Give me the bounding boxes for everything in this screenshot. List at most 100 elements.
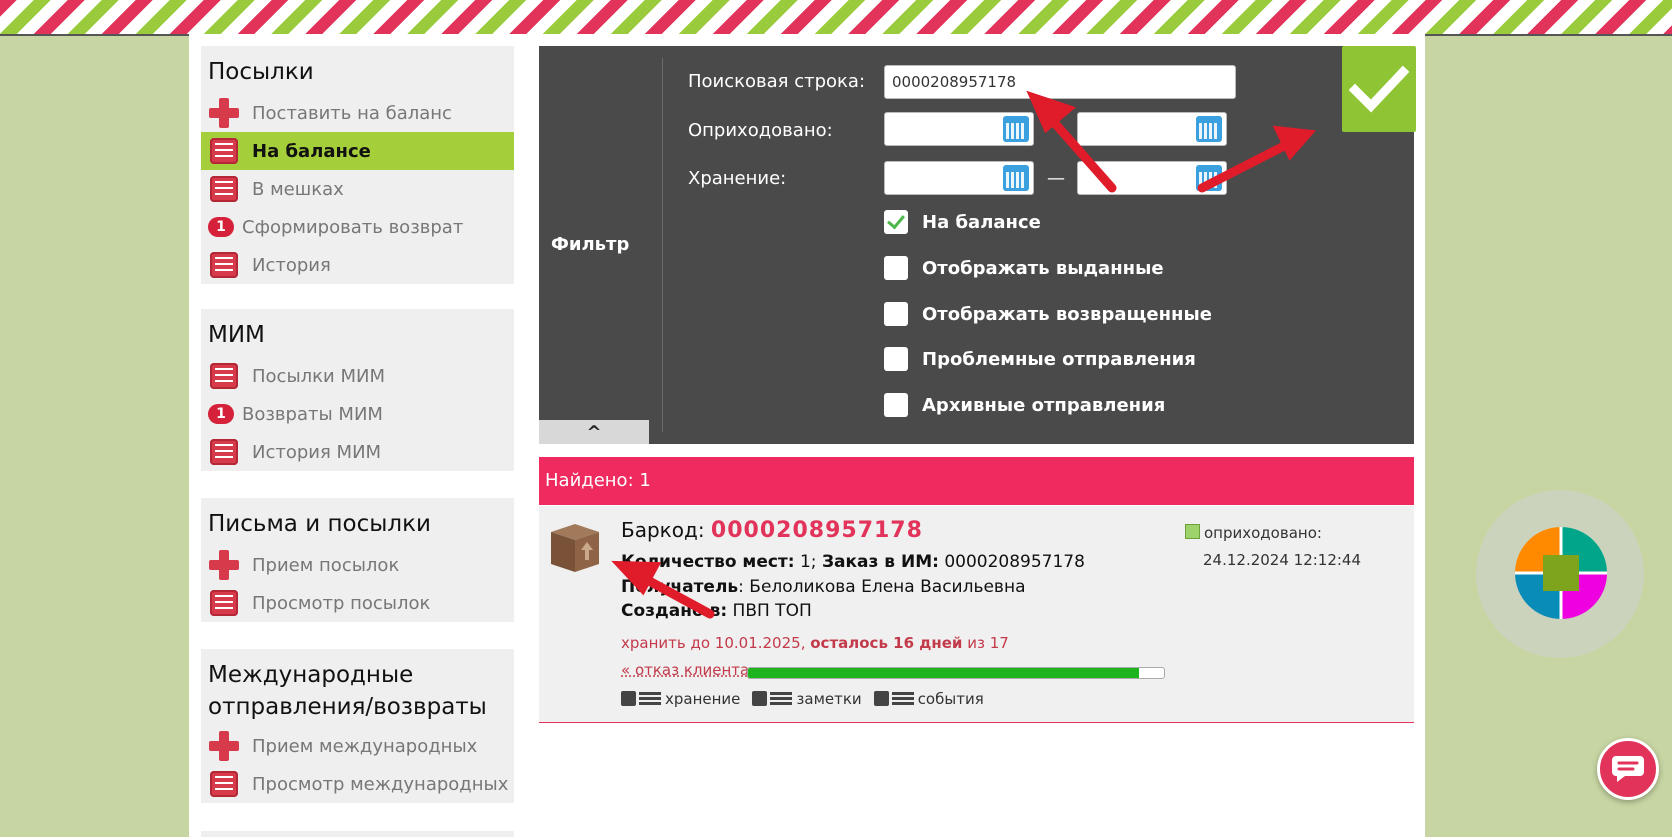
- checkbox-on-balance[interactable]: На балансе: [884, 210, 1041, 234]
- places-order-line: Количество мест: 1; Заказ в ИМ: 00002089…: [621, 552, 1085, 572]
- sidebar-item-receive-international[interactable]: Прием международных: [201, 727, 514, 765]
- calendar-icon[interactable]: [1196, 165, 1222, 191]
- calendar-icon[interactable]: [1003, 116, 1029, 142]
- sidebar-item-mim-returns[interactable]: 1 Возвраты МИМ: [201, 395, 514, 433]
- calendar-icon[interactable]: [1196, 116, 1222, 142]
- created-line: Создано в: ПВП ТОП: [621, 601, 812, 621]
- checkbox[interactable]: [884, 347, 908, 371]
- sidebar-section-mim: МИМ Посылки МИМ 1 Возвраты МИМ История М…: [201, 309, 514, 471]
- list-icon: [208, 175, 240, 203]
- result-tabs: хранение заметки события: [621, 690, 984, 708]
- plus-icon: [208, 98, 240, 128]
- sidebar-item-label: Просмотр международных: [252, 773, 509, 795]
- checkbox[interactable]: [884, 256, 908, 280]
- order-label: Заказ в ИМ:: [821, 552, 939, 572]
- list-icon: [208, 438, 240, 466]
- checkbox-label: Отображать выданные: [922, 257, 1164, 279]
- color-picker-widget[interactable]: [1476, 490, 1644, 658]
- plus-icon: [208, 731, 240, 761]
- checkbox-checked[interactable]: [884, 210, 908, 234]
- status-check-icon: [1185, 524, 1200, 539]
- parcel-box-icon[interactable]: [547, 520, 603, 574]
- storage-term-line: хранить до 10.01.2025, осталось 16 дней …: [621, 634, 1009, 652]
- keep-until-text: хранить до 10.01.2025,: [621, 634, 806, 652]
- collapse-filter-button[interactable]: ^: [539, 420, 649, 444]
- recipient-label: Получатель: [621, 577, 739, 597]
- top-stripe-decoration: [0, 0, 1672, 36]
- sidebar-item-receive-parcels[interactable]: Прием посылок: [201, 546, 514, 584]
- sidebar-item-view-international[interactable]: Просмотр международных: [201, 765, 514, 803]
- sidebar-item-label: История: [252, 254, 331, 276]
- sidebar-item-on-balance[interactable]: На балансе: [201, 132, 514, 170]
- sidebar-section-letters: Письма и посылки Прием посылок Просмотр …: [201, 498, 514, 622]
- barcode-value[interactable]: 0000208957178: [711, 518, 923, 543]
- sidebar-section-next: [201, 831, 514, 837]
- status-label: оприходовано:: [1204, 524, 1322, 542]
- sidebar-section-title: Международные отправления/возвраты: [201, 649, 514, 727]
- results-count-bar: Найдено: 1: [539, 457, 1414, 505]
- calendar-icon[interactable]: [1003, 165, 1029, 191]
- sidebar-item-label: В мешках: [252, 178, 344, 200]
- sidebar-item-label: Просмотр посылок: [252, 592, 431, 614]
- sidebar-section-title: Письма и посылки: [208, 511, 431, 537]
- storage-to-date-input[interactable]: [1077, 161, 1227, 195]
- list-icon: [208, 362, 240, 390]
- status-date: 24.12.2024 12:12:44: [1203, 551, 1362, 569]
- sidebar-item-mim-history[interactable]: История МИМ: [201, 433, 514, 471]
- tab-storage[interactable]: хранение: [621, 690, 740, 708]
- chat-button[interactable]: [1597, 738, 1659, 800]
- tab-label: заметки: [796, 690, 862, 708]
- sidebar-section-international: Международные отправления/возвраты Прием…: [201, 649, 514, 803]
- sidebar-item-in-bags[interactable]: В мешках: [201, 170, 514, 208]
- apply-filter-button[interactable]: [1342, 46, 1416, 132]
- sidebar-item-form-return[interactable]: 1 Сформировать возврат: [201, 208, 514, 246]
- sidebar-section-title: Посылки: [208, 59, 314, 85]
- checkbox-problem-shipments[interactable]: Проблемные отправления: [884, 347, 1196, 371]
- sidebar-item-put-on-balance[interactable]: Поставить на баланс: [201, 94, 514, 132]
- sidebar-title-line: отправления/возвраты: [208, 694, 487, 720]
- range-dash: —: [1047, 168, 1065, 189]
- sidebar-title-line: Международные: [208, 662, 414, 688]
- created-value: ПВП ТОП: [732, 601, 812, 621]
- checkbox-show-returned[interactable]: Отображать возвращенные: [884, 302, 1212, 326]
- sidebar-item-view-parcels[interactable]: Просмотр посылок: [201, 584, 514, 622]
- checkbox-archived-shipments[interactable]: Архивные отправления: [884, 393, 1165, 417]
- barcode-label: Баркод:: [621, 518, 705, 542]
- client-refusal-link[interactable]: « отказ клиента: [621, 661, 749, 679]
- sidebar-item-history[interactable]: История: [201, 246, 514, 284]
- checkbox-label: Архивные отправления: [922, 394, 1166, 416]
- sidebar-item-label: Прием международных: [252, 735, 478, 757]
- created-label: Создано в:: [621, 601, 728, 621]
- sidebar-item-label: Возвраты МИМ: [242, 403, 383, 425]
- received-label: Оприходовано:: [688, 120, 833, 141]
- tab-events[interactable]: события: [873, 690, 984, 708]
- order-value: 0000208957178: [944, 552, 1085, 572]
- received-from-date-input[interactable]: [884, 112, 1034, 146]
- checkbox-show-issued[interactable]: Отображать выданные: [884, 256, 1164, 280]
- checkbox-label: Проблемные отправления: [922, 348, 1196, 370]
- sidebar-item-label: Поставить на баланс: [252, 102, 452, 124]
- search-input[interactable]: 0000208957178: [884, 65, 1236, 99]
- filter-divider: [662, 58, 663, 432]
- color-wheel-icon: [1515, 527, 1607, 619]
- count-badge: 1: [208, 217, 234, 237]
- checkbox[interactable]: [884, 302, 908, 326]
- received-to-date-input[interactable]: [1077, 112, 1227, 146]
- storage-label: Хранение:: [688, 168, 787, 189]
- sidebar-section-parcels: Посылки Поставить на баланс На балансе В…: [201, 46, 514, 284]
- places-value: 1;: [799, 552, 817, 572]
- places-label: Количество мест:: [621, 552, 795, 572]
- sidebar-item-label: На балансе: [252, 140, 371, 162]
- list-icon: [208, 770, 240, 798]
- expand-list-icon: [621, 691, 661, 707]
- list-icon: [208, 251, 240, 279]
- filter-label: Фильтр: [551, 234, 630, 255]
- sidebar-item-mim-parcels[interactable]: Посылки МИМ: [201, 357, 514, 395]
- tab-notes[interactable]: заметки: [752, 690, 862, 708]
- checkbox[interactable]: [884, 393, 908, 417]
- tab-label: хранение: [665, 690, 741, 708]
- search-label: Поисковая строка:: [688, 71, 866, 92]
- expand-list-icon: [873, 691, 914, 707]
- storage-from-date-input[interactable]: [884, 161, 1034, 195]
- chat-bubble-icon: [1612, 756, 1644, 782]
